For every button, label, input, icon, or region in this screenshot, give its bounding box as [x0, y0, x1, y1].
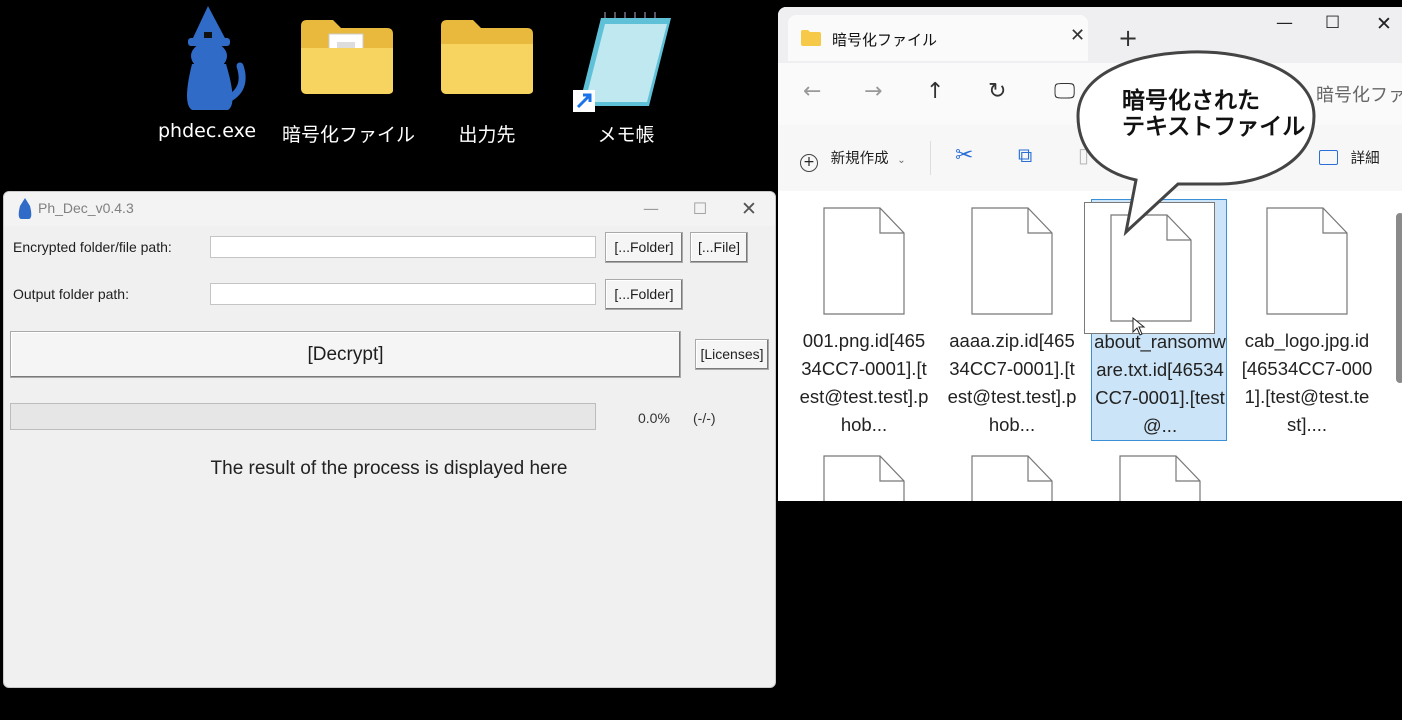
cut-icon[interactable]: ✂ — [955, 143, 973, 168]
details-button-label: 詳細 — [1350, 151, 1380, 167]
back-icon[interactable]: ← — [803, 79, 821, 104]
file-name: aaaa.zip.id[46534CC7-0001].[test@test.te… — [947, 330, 1077, 435]
folder-icon — [801, 30, 821, 46]
close-button[interactable]: ✕ — [726, 196, 772, 222]
tab-label: 暗号化ファイル — [832, 31, 938, 49]
minimize-button[interactable]: — — [628, 196, 674, 222]
phdec-window: Ph_Dec_v0.4.3 — ☐ ✕ Encrypted folder/fil… — [3, 191, 776, 688]
desktop-icon-encrypted-folder[interactable]: 暗号化ファイル — [282, 4, 416, 146]
title-bar: Ph_Dec_v0.4.3 — ☐ ✕ — [4, 192, 775, 226]
progress-count: (-/-) — [693, 410, 716, 426]
desktop-icon-phdec[interactable]: phdec.exe — [142, 4, 272, 144]
file-item[interactable]: aaaa.zip.id[46534CC7-0001].[test@test.te… — [946, 207, 1078, 437]
encrypted-path-label: Encrypted folder/file path: — [13, 239, 172, 255]
document-icon — [971, 455, 1053, 501]
document-icon — [1119, 455, 1201, 501]
new-button[interactable]: + 新規作成 ⌄ — [800, 147, 906, 172]
desktop-icon-label: 出力先 — [458, 124, 516, 146]
output-path-input[interactable] — [210, 283, 596, 305]
plus-circle-icon: + — [800, 154, 818, 172]
file-item[interactable]: 001.png.id[46534CC7-0001].[test@test.tes… — [798, 207, 930, 437]
document-icon — [823, 455, 905, 501]
folder-with-document-icon — [301, 20, 393, 94]
document-icon — [971, 207, 1053, 315]
callout-line-1: 暗号化された — [1122, 88, 1260, 114]
output-path-label: Output folder path: — [13, 286, 129, 302]
maximize-button[interactable]: ☐ — [677, 196, 723, 222]
app-icon — [18, 198, 32, 219]
output-folder-button[interactable]: [...Folder] — [605, 279, 683, 310]
decrypt-button[interactable]: [Decrypt] — [10, 331, 681, 378]
document-icon — [823, 207, 905, 315]
scrollbar[interactable] — [1396, 213, 1402, 383]
desktop-icon-label: 暗号化ファイル — [282, 124, 416, 146]
desktop-icon-label: メモ帳 — [597, 124, 655, 146]
chevron-down-icon: ⌄ — [897, 155, 906, 166]
encrypted-folder-button[interactable]: [...Folder] — [605, 232, 683, 263]
maximize-button[interactable]: ☐ — [1325, 13, 1340, 33]
encrypted-file-button[interactable]: [...File] — [690, 232, 748, 263]
callout-text: 暗号化された テキストファイル — [1122, 88, 1322, 140]
folder-icon — [441, 20, 533, 94]
encrypted-path-input[interactable] — [210, 236, 596, 258]
tab-close-icon[interactable]: ✕ — [1070, 25, 1085, 46]
callout-line-2: テキストファイル — [1122, 114, 1306, 140]
desktop-icon-label: phdec.exe — [157, 120, 257, 142]
result-text: The result of the process is displayed h… — [210, 458, 568, 479]
close-button[interactable]: ✕ — [1376, 13, 1392, 35]
wizard-cat-icon — [187, 6, 246, 110]
notepad-shortcut-icon — [573, 12, 671, 112]
progress-percent: 0.0% — [638, 410, 670, 426]
desktop-icon-output-folder[interactable]: 出力先 — [422, 4, 552, 146]
file-name: cab_logo.jpg.id[46534CC7-0001].[test@tes… — [1241, 330, 1373, 435]
refresh-icon[interactable]: ↻ — [988, 79, 1006, 104]
file-name: 001.png.id[46534CC7-0001].[test@test.tes… — [799, 330, 929, 435]
new-button-label: 新規作成 — [830, 151, 889, 167]
copy-icon[interactable]: ⧉ — [1018, 143, 1032, 167]
progress-bar — [10, 403, 596, 430]
minimize-button[interactable]: — — [1276, 13, 1293, 33]
desktop-icon-notepad[interactable]: メモ帳 — [561, 4, 691, 146]
licenses-button[interactable]: [Licenses] — [695, 339, 769, 370]
tab-encrypted-files[interactable]: 暗号化ファイル ✕ — [788, 15, 1088, 61]
callout-bubble — [1076, 50, 1316, 237]
file-name: about_ransomware.txt.id[46534CC7-0001].[… — [1094, 331, 1226, 436]
window-title: Ph_Dec_v0.4.3 — [38, 200, 134, 216]
divider — [930, 141, 931, 175]
up-icon[interactable]: ↑ — [926, 79, 944, 104]
forward-icon[interactable]: → — [864, 79, 882, 104]
